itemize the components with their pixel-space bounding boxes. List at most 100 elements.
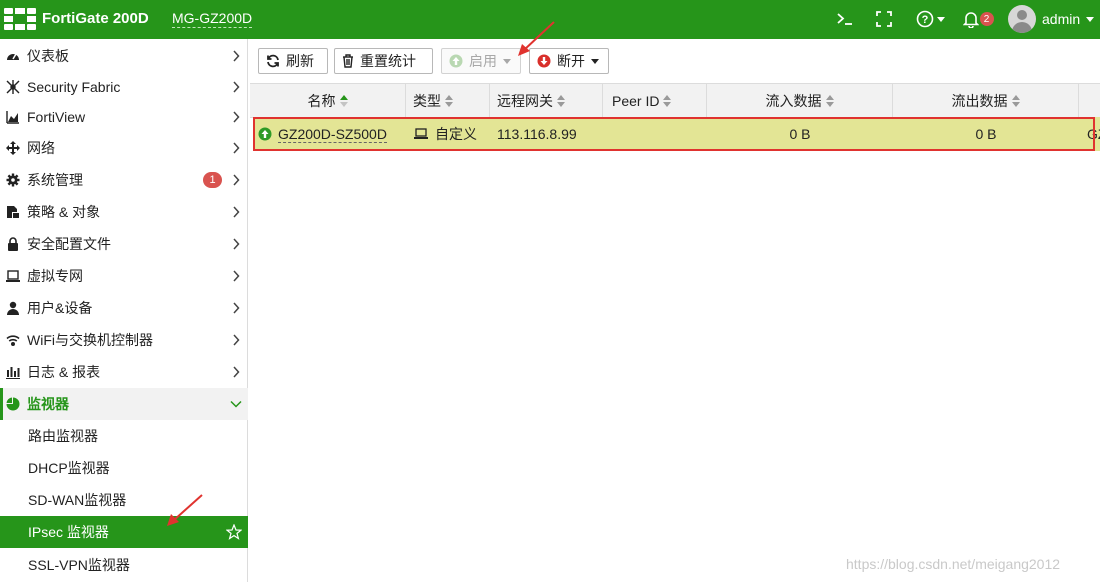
column-header-name[interactable]: 名称: [250, 84, 406, 117]
chevron-right-icon: [233, 142, 240, 154]
sidebar-item-sdwan-monitor[interactable]: SD-WAN监视器: [0, 484, 248, 516]
sidebar-item-label: 系统管理: [27, 172, 83, 188]
arrow-up-circle-icon: [449, 54, 463, 68]
chevron-right-icon: [233, 238, 240, 250]
refresh-icon: [267, 54, 279, 68]
cli-console-icon[interactable]: [834, 7, 856, 31]
refresh-button[interactable]: 刷新: [258, 48, 328, 74]
chevron-down-icon: [1086, 16, 1095, 22]
alert-badge: 1: [203, 172, 222, 188]
user-menu[interactable]: admin: [1008, 5, 1095, 33]
group-indicator: [0, 388, 3, 420]
sidebar-item-label: 安全配置文件: [27, 236, 111, 252]
fullscreen-icon[interactable]: [873, 7, 895, 31]
policy-icon: [7, 206, 19, 218]
username: admin: [1042, 11, 1081, 27]
sidebar-item-label: DHCP监视器: [28, 460, 110, 476]
sidebar-item-route-monitor[interactable]: 路由监视器: [0, 420, 248, 452]
table-header: 名称 类型 远程网关 Peer ID 流入数据 流出数据: [250, 83, 1100, 118]
sidebar-item-label: 日志 & 报表: [27, 364, 101, 380]
sidebar-item-fortiview[interactable]: FortiView: [0, 101, 248, 133]
sort-icon: [445, 94, 453, 107]
sidebar-item-security-profiles[interactable]: 安全配置文件: [0, 228, 248, 260]
network-icon: [6, 141, 20, 155]
sidebar-item-log-report[interactable]: 日志 & 报表: [0, 356, 248, 388]
lock-icon: [8, 237, 18, 251]
notifications-button[interactable]: 2: [960, 7, 996, 31]
sidebar-item-label: Security Fabric: [27, 79, 121, 95]
sidebar-item-network[interactable]: 网络: [0, 132, 248, 164]
sidebar-nav: 仪表板 Security Fabric FortiView 网络 系统管理 1 …: [0, 39, 248, 582]
sidebar-item-label: SSL-VPN监视器: [28, 557, 130, 573]
sort-ascending-icon: [339, 94, 348, 107]
sidebar-item-dhcp-monitor[interactable]: DHCP监视器: [0, 452, 248, 484]
pie-chart-icon: [6, 397, 20, 411]
column-header-peer-id[interactable]: Peer ID: [603, 84, 707, 117]
chevron-right-icon: [233, 334, 240, 346]
sort-icon: [1011, 94, 1020, 107]
help-icon: ?: [916, 10, 933, 28]
hostname-link[interactable]: MG-GZ200D: [172, 10, 253, 28]
chevron-down-icon: [230, 400, 242, 408]
laptop-icon: [6, 270, 20, 282]
sidebar-item-label: 策略 & 对象: [27, 204, 101, 220]
sort-icon: [663, 94, 672, 107]
sidebar-group-monitor[interactable]: 监视器: [0, 388, 248, 420]
column-header-type[interactable]: 类型: [406, 84, 490, 117]
security-fabric-icon: [6, 80, 20, 94]
chevron-right-icon: [233, 366, 240, 378]
sidebar-item-label: WiFi与交换机控制器: [27, 332, 153, 348]
reset-statistics-button[interactable]: 重置统计: [334, 48, 433, 74]
gear-icon: [6, 173, 20, 187]
sidebar-item-label: 路由监视器: [28, 428, 98, 444]
sidebar-item-label: 仪表板: [27, 48, 69, 64]
sidebar-item-dashboard[interactable]: 仪表板: [0, 40, 248, 72]
chevron-down-icon: [936, 16, 945, 22]
sidebar-item-policy-objects[interactable]: 策略 & 对象: [0, 196, 248, 228]
chevron-down-icon: [591, 58, 599, 64]
star-favorite-icon[interactable]: [226, 524, 242, 540]
user-avatar-icon: [1008, 5, 1036, 33]
notification-badge: 2: [979, 12, 994, 26]
annotation-highlight-box: [253, 117, 1095, 151]
sidebar-item-sslvpn-monitor[interactable]: SSL-VPN监视器: [0, 549, 248, 581]
trash-icon: [343, 54, 353, 68]
sidebar-item-ipsec-monitor[interactable]: IPsec 监视器: [0, 516, 248, 548]
dashboard-icon: [7, 53, 19, 60]
sidebar-item-user-device[interactable]: 用户&设备: [0, 292, 248, 324]
reset-statistics-label: 重置统计: [360, 53, 416, 69]
chevron-right-icon: [233, 302, 240, 314]
sidebar-group-label: 监视器: [27, 396, 69, 412]
help-menu[interactable]: ?: [914, 7, 946, 31]
disconnect-button[interactable]: 断开: [529, 48, 609, 74]
chevron-right-icon: [233, 174, 240, 186]
sidebar-item-label: 用户&设备: [27, 300, 93, 316]
sidebar-item-security-fabric[interactable]: Security Fabric: [0, 71, 248, 103]
watermark: https://blog.csdn.net/meigang2012: [846, 556, 1061, 572]
sidebar-item-wifi-switch[interactable]: WiFi与交换机控制器: [0, 324, 248, 356]
sidebar-item-label: 虚拟专网: [27, 268, 83, 284]
sort-icon: [825, 94, 834, 107]
enable-label: 启用: [469, 53, 497, 69]
sidebar-item-label: IPsec 监视器: [28, 524, 109, 540]
sidebar-item-label: 网络: [27, 140, 55, 156]
fortinet-logo-icon: [4, 8, 36, 30]
column-header-incoming[interactable]: 流入数据: [707, 84, 893, 117]
chevron-down-icon: [503, 58, 511, 64]
wifi-icon: [6, 335, 20, 347]
column-header-outgoing[interactable]: 流出数据: [893, 84, 1079, 117]
svg-text:?: ?: [921, 14, 928, 26]
bell-icon: [962, 12, 979, 28]
arrow-down-circle-icon: [537, 54, 551, 68]
refresh-label: 刷新: [286, 53, 314, 69]
chevron-right-icon: [233, 111, 240, 123]
enable-button[interactable]: 启用: [441, 48, 521, 74]
column-header-remote-gateway[interactable]: 远程网关: [490, 84, 603, 117]
sidebar-item-system[interactable]: 系统管理 1: [0, 164, 248, 196]
sidebar-item-label: FortiView: [27, 109, 86, 125]
brand-name: FortiGate 200D: [42, 10, 149, 27]
chevron-right-icon: [233, 81, 240, 93]
sidebar-item-vpn[interactable]: 虚拟专网: [0, 260, 248, 292]
bar-chart-icon: [6, 367, 20, 379]
user-icon: [7, 301, 19, 315]
